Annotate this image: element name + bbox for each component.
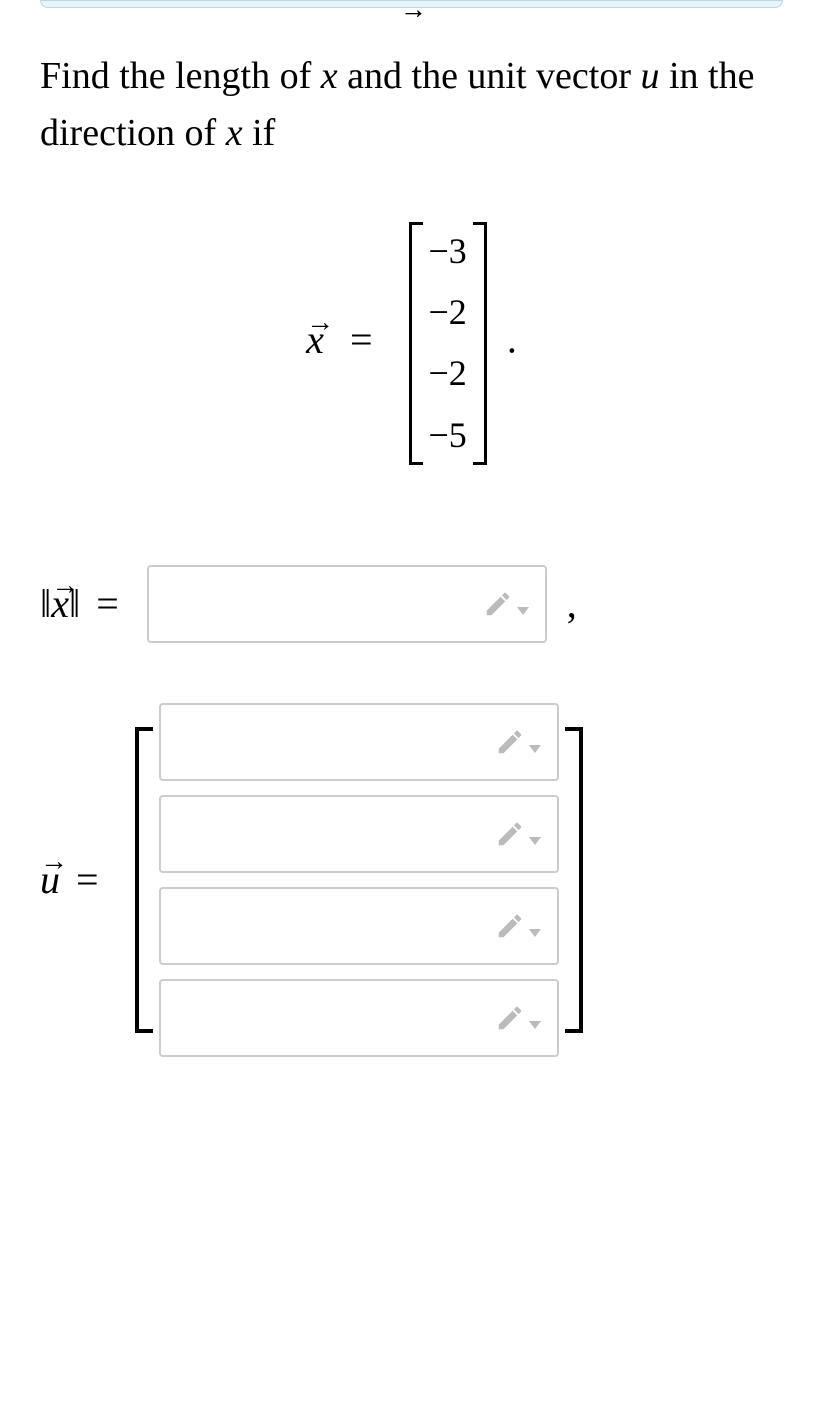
u-equals: = [76,856,99,903]
vector-x-matrix: −3 −2 −2 −5 [409,222,487,465]
prompt-text-4: if [243,112,276,154]
u-input-1[interactable] [159,795,559,873]
norm-answer-row: ‖→x‖ = , [40,565,783,643]
unit-vector-answer-row: →u = [40,703,783,1057]
matrix-cell-2: −2 [429,352,467,395]
problem-content: Find the length of →x and the unit vecto… [0,8,823,1097]
var-x: →x [321,55,338,97]
u-input-3[interactable] [159,979,559,1057]
equals-sign: = [350,317,373,362]
u-var: →u [40,856,60,903]
pencil-icon [483,589,529,619]
comma: , [567,580,577,627]
eq-lhs-var: →x [306,317,324,362]
norm-input[interactable] [147,565,547,643]
pencil-icon [495,727,541,757]
period: . [507,317,517,362]
prompt-text-2: and the unit vector [338,55,641,97]
matrix-cell-0: −3 [429,230,467,273]
pencil-icon [495,911,541,941]
u-input-2[interactable] [159,887,559,965]
pencil-icon [495,819,541,849]
pencil-icon [495,1003,541,1033]
var-u: →u [641,55,660,97]
chevron-down-icon [529,837,541,845]
chevron-down-icon [517,607,529,615]
problem-prompt: Find the length of →x and the unit vecto… [40,48,783,162]
unit-vector-matrix [135,703,583,1057]
norm-equals: = [96,580,119,627]
norm-var: →x [51,580,69,627]
matrix-cell-3: −5 [429,414,467,457]
norm-open: ‖ [40,580,51,627]
var-x-2: →x [226,112,243,154]
bracket-right [473,222,487,465]
matrix-cell-1: −2 [429,291,467,334]
chevron-down-icon [529,929,541,937]
big-bracket-left [135,727,153,1033]
u-input-0[interactable] [159,703,559,781]
prompt-text-1: Find the length of [40,55,321,97]
chevron-down-icon [529,1021,541,1029]
bracket-left [409,222,423,465]
vector-definition: →x = −3 −2 −2 −5 . [40,222,783,465]
big-bracket-right [565,727,583,1033]
chevron-down-icon [529,745,541,753]
